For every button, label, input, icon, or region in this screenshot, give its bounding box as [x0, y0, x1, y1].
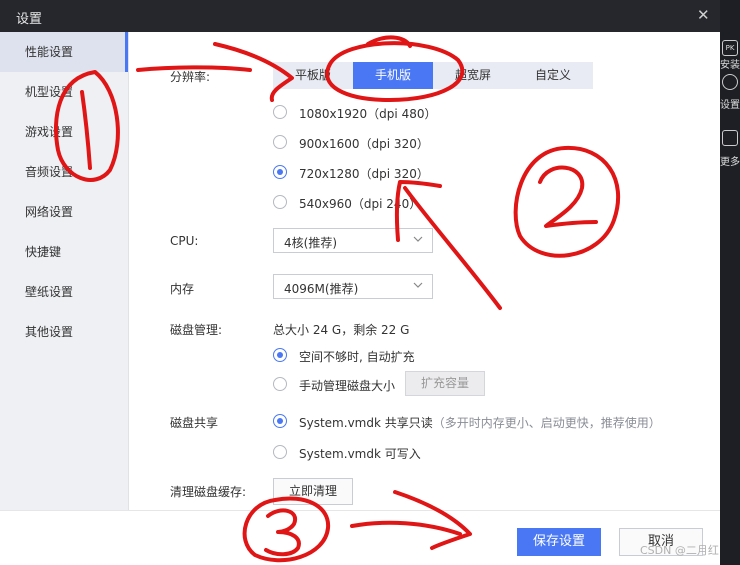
- disk-share-readonly-radio[interactable]: [273, 414, 287, 428]
- resolution-radio-540[interactable]: [273, 195, 287, 209]
- resolution-label: 分辨率:: [170, 70, 211, 84]
- settings-gear-icon[interactable]: [722, 74, 738, 90]
- disk-summary: 总大小 24 G，剩余 22 G: [273, 323, 410, 337]
- expand-capacity-button[interactable]: 扩充容量: [405, 371, 485, 396]
- disk-share-readonly-label: System.vmdk 共享只读（多开时内存更小、启动更快，推荐使用）: [299, 416, 661, 430]
- memory-label: 内存: [170, 282, 195, 296]
- resolution-option-900: 900x1600（dpi 320）: [299, 137, 429, 151]
- sidebar-item-network[interactable]: 网络设置: [0, 192, 128, 232]
- title-bar: 设置 ✕: [0, 0, 720, 32]
- sidebar-item-other[interactable]: 其他设置: [0, 312, 128, 352]
- disk-share-writable-radio[interactable]: [273, 445, 287, 459]
- clear-cache-button[interactable]: 立即清理: [273, 478, 353, 505]
- cpu-select[interactable]: 4核(推荐): [273, 228, 433, 253]
- sidebar-item-shortcuts[interactable]: 快捷键: [0, 232, 128, 272]
- resolution-option-540: 540x960（dpi 240）: [299, 197, 422, 211]
- resolution-radio-720[interactable]: [273, 165, 287, 179]
- sidebar-item-audio[interactable]: 音频设置: [0, 152, 128, 192]
- disk-label: 磁盘管理:: [170, 323, 223, 337]
- sidebar-item-wallpaper[interactable]: 壁纸设置: [0, 272, 128, 312]
- sidebar-item-performance[interactable]: 性能设置: [0, 32, 128, 72]
- disk-share-writable-label: System.vmdk 可写入: [299, 447, 421, 461]
- more-label: 更多: [720, 157, 740, 168]
- apk-icon[interactable]: PK: [722, 40, 738, 56]
- dialog-footer: [0, 510, 720, 565]
- tab-tablet[interactable]: 平板版: [273, 62, 353, 89]
- settings-label: 设置: [720, 100, 740, 111]
- sidebar-item-device-model[interactable]: 机型设置: [0, 72, 128, 112]
- disk-manual-label: 手动管理磁盘大小: [299, 379, 396, 393]
- resolution-option-720: 720x1280（dpi 320）: [299, 167, 429, 181]
- csdn-watermark: CSDN @二月红: [640, 544, 719, 557]
- settings-content-panel: [129, 32, 720, 510]
- tab-phone[interactable]: 手机版: [353, 62, 433, 89]
- disk-auto-expand-label: 空间不够时, 自动扩充: [299, 350, 415, 364]
- disk-share-label: 磁盘共享: [170, 416, 219, 430]
- settings-sidebar: 性能设置 机型设置 游戏设置 音频设置 网络设置 快捷键 壁纸设置 其他设置: [0, 32, 129, 510]
- cpu-value: 4核(推荐): [284, 236, 337, 250]
- resolution-radio-900[interactable]: [273, 135, 287, 149]
- sidebar-item-game[interactable]: 游戏设置: [0, 112, 128, 152]
- memory-select[interactable]: 4096M(推荐): [273, 274, 433, 299]
- chevron-down-icon: [413, 282, 423, 288]
- more-icon[interactable]: [722, 130, 738, 146]
- save-settings-button[interactable]: 保存设置: [517, 528, 601, 556]
- tab-custom[interactable]: 自定义: [513, 62, 593, 89]
- resolution-tabs: 平板版 手机版 超宽屏 自定义: [273, 62, 593, 89]
- resolution-option-1080: 1080x1920（dpi 480）: [299, 107, 437, 121]
- disk-share-readonly-hint: （多开时内存更小、启动更快，推荐使用）: [432, 416, 661, 430]
- close-icon[interactable]: ✕: [697, 6, 710, 24]
- tab-ultrawide[interactable]: 超宽屏: [433, 62, 513, 89]
- disk-manual-radio[interactable]: [273, 377, 287, 391]
- cache-label: 清理磁盘缓存:: [170, 485, 247, 499]
- window-title: 设置: [16, 12, 43, 27]
- install-label: 安装: [720, 60, 740, 71]
- chevron-down-icon: [413, 236, 423, 242]
- host-app-toolbar: PK 安装 设置 更多: [720, 0, 740, 564]
- resolution-radio-1080[interactable]: [273, 105, 287, 119]
- cpu-label: CPU:: [170, 234, 199, 248]
- memory-value: 4096M(推荐): [284, 282, 359, 296]
- disk-auto-expand-radio[interactable]: [273, 348, 287, 362]
